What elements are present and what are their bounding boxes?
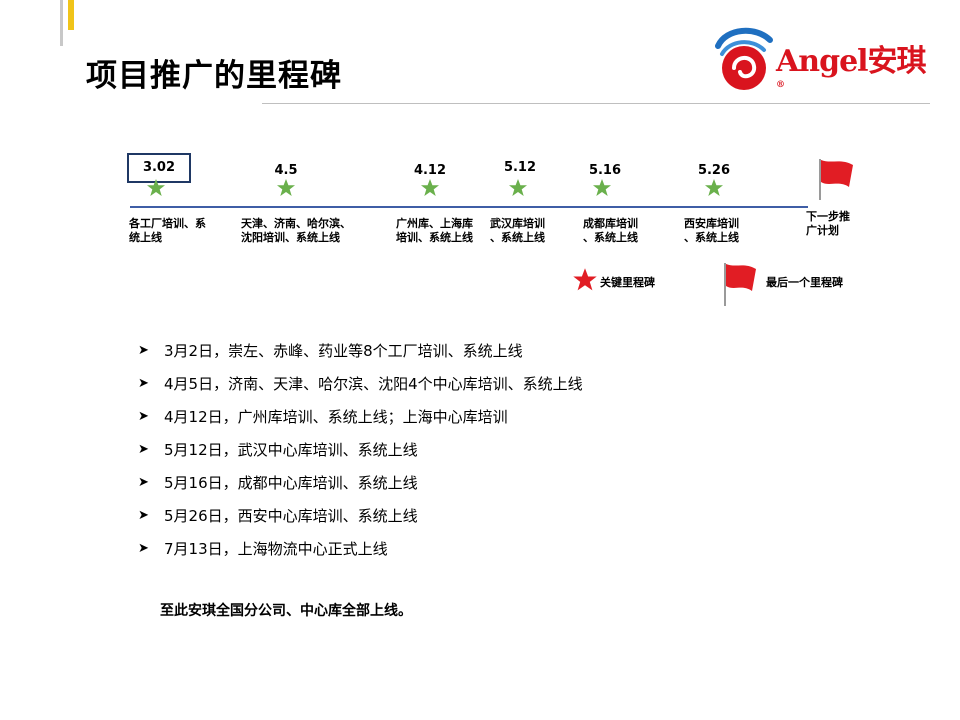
milestone-desc-6: 西安库培训 、系统上线 bbox=[684, 217, 739, 244]
star-icon bbox=[277, 179, 295, 196]
decor-gold-bar bbox=[68, 0, 74, 30]
legend-flag-icon bbox=[724, 263, 756, 306]
list-item: ➤ 3月2日，崇左、赤峰、药业等8个工厂培训、系统上线 bbox=[138, 342, 523, 360]
brand-logo: Angel安琪® bbox=[712, 24, 932, 98]
list-item: ➤ 5月12日，武汉中心库培训、系统上线 bbox=[138, 441, 418, 459]
milestone-date-6: 5.26 bbox=[697, 163, 731, 178]
arrow-right-icon: ➤ bbox=[138, 541, 149, 556]
next-step-desc: 下一步推 广计划 bbox=[806, 210, 850, 237]
milestone-desc-2: 天津、济南、哈尔滨、 沈阳培训、系统上线 bbox=[241, 217, 351, 244]
decor-gray-bar bbox=[60, 0, 63, 46]
list-item: ➤ 7月13日，上海物流中心正式上线 bbox=[138, 540, 388, 558]
summary-text: 至此安琪全国分公司、中心库全部上线。 bbox=[160, 603, 412, 619]
milestone-date-2: 4.5 bbox=[274, 163, 298, 178]
logo-swirl-icon bbox=[715, 27, 773, 90]
list-item: ➤ 5月26日，西安中心库培训、系统上线 bbox=[138, 507, 418, 525]
page-title: 项目推广的里程碑 bbox=[86, 58, 342, 94]
arrow-right-icon: ➤ bbox=[138, 376, 149, 391]
milestone-list: ➤ 3月2日，崇左、赤峰、药业等8个工厂培训、系统上线 ➤ 4月5日，济南、天津、哈… bbox=[138, 334, 583, 565]
legend-star-icon bbox=[573, 268, 597, 291]
star-icon bbox=[147, 179, 165, 196]
milestone-date-4: 5.12 bbox=[503, 160, 537, 175]
arrow-right-icon: ➤ bbox=[138, 343, 149, 358]
legend-key-milestone: 关键里程碑 bbox=[600, 276, 655, 289]
milestone-desc-1: 各工厂培训、系 统上线 bbox=[129, 217, 206, 244]
star-icon bbox=[421, 179, 439, 196]
star-icon bbox=[509, 179, 527, 196]
milestone-date-5: 5.16 bbox=[588, 163, 622, 178]
list-item: ➤ 4月12日，广州库培训、系统上线；上海中心库培训 bbox=[138, 408, 508, 426]
star-icon bbox=[705, 179, 723, 196]
arrow-right-icon: ➤ bbox=[138, 475, 149, 490]
red-flag-icon bbox=[819, 159, 853, 200]
arrow-right-icon: ➤ bbox=[138, 409, 149, 424]
milestone-desc-4: 武汉库培训 、系统上线 bbox=[490, 217, 545, 244]
arrow-right-icon: ➤ bbox=[138, 442, 149, 457]
milestone-desc-5: 成都库培训 、系统上线 bbox=[583, 217, 638, 244]
arrow-right-icon: ➤ bbox=[138, 508, 149, 523]
logo-wordmark: Angel安琪® bbox=[776, 44, 927, 90]
milestone-date-1: 3.02 bbox=[142, 160, 176, 175]
legend-final-milestone: 最后一个里程碑 bbox=[766, 276, 843, 289]
milestone-desc-3: 广州库、上海库 培训、系统上线 bbox=[396, 217, 473, 244]
timeline-axis bbox=[130, 206, 808, 208]
star-icon bbox=[593, 179, 611, 196]
milestone-date-3: 4.12 bbox=[413, 163, 447, 178]
list-item: ➤ 4月5日，济南、天津、哈尔滨、沈阳4个中心库培训、系统上线 bbox=[138, 375, 583, 393]
list-item: ➤ 5月16日，成都中心库培训、系统上线 bbox=[138, 474, 418, 492]
